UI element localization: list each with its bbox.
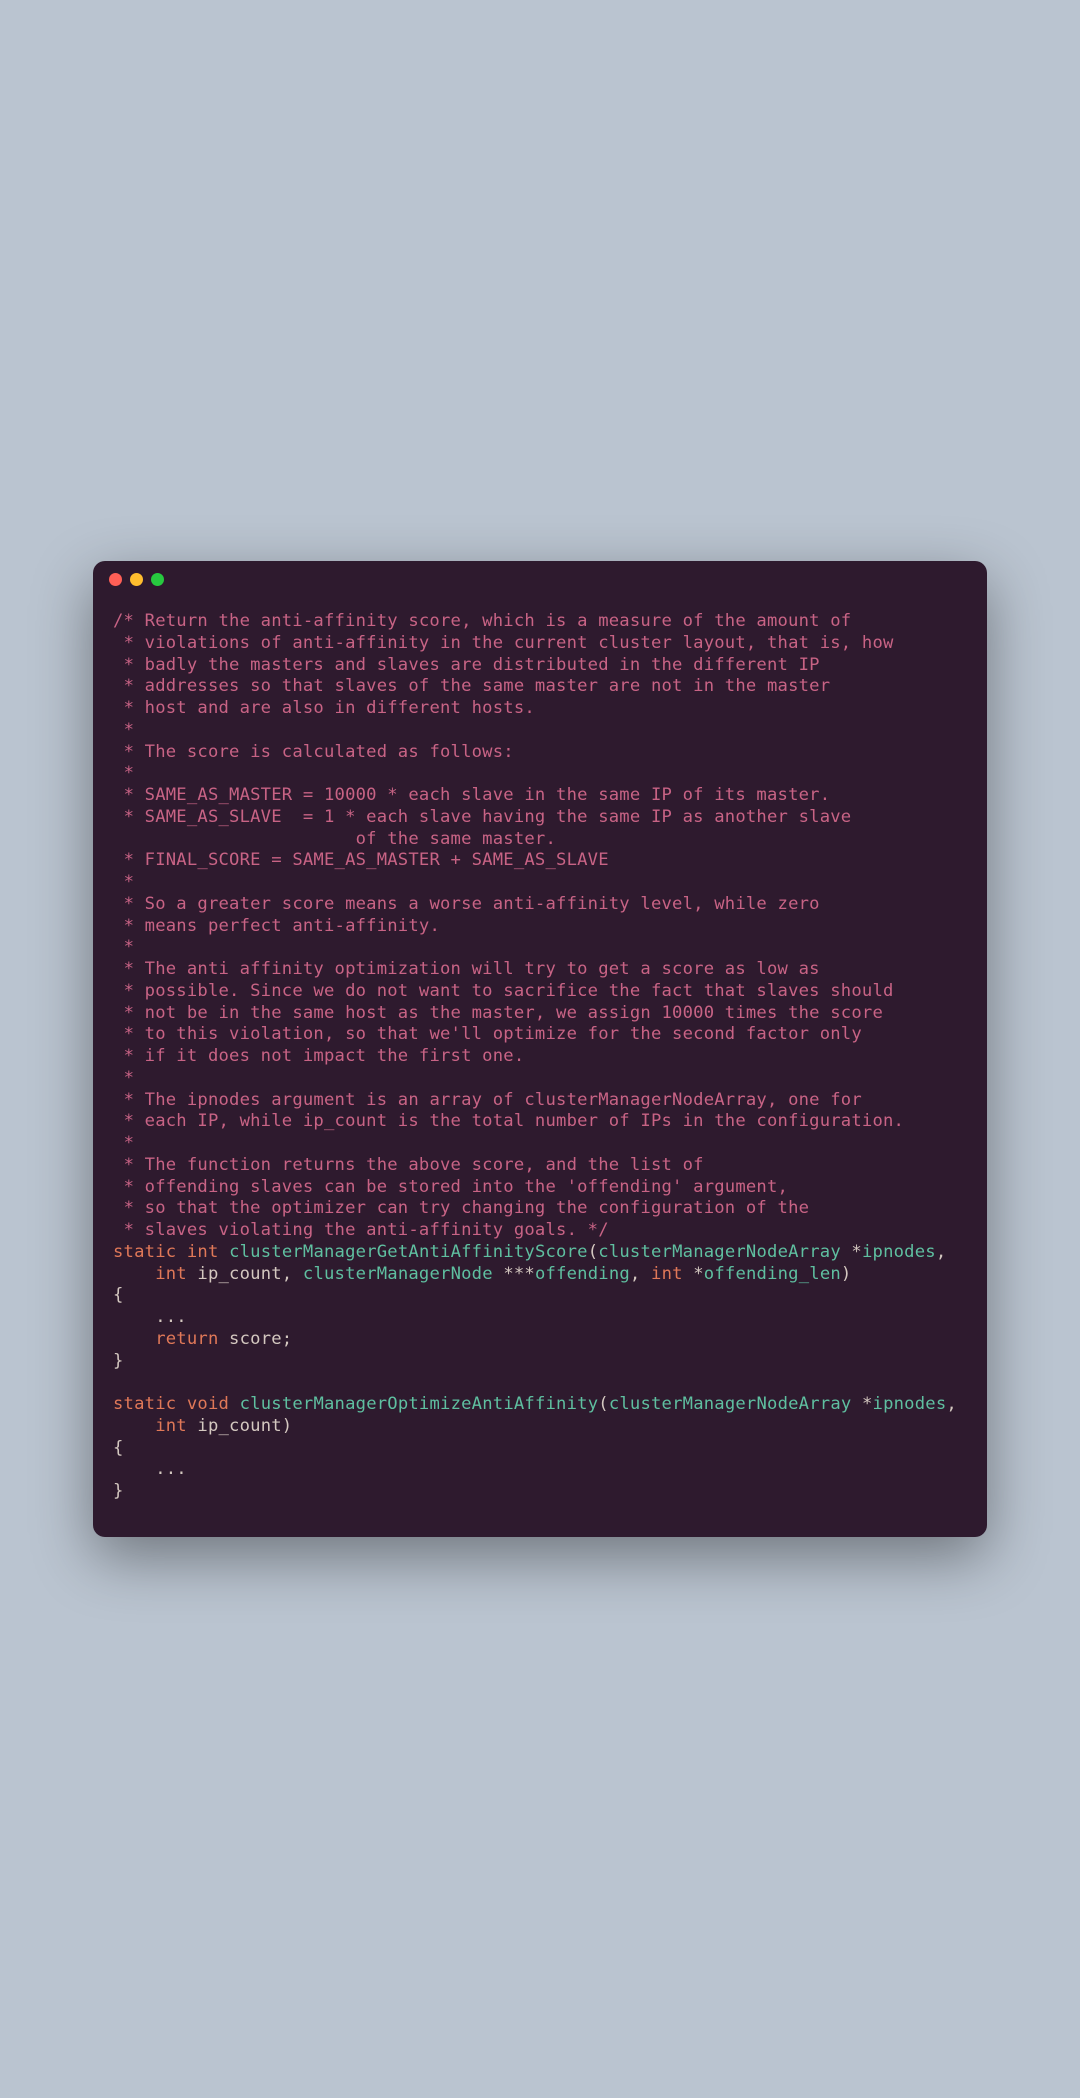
brace-close: }: [113, 1481, 124, 1501]
keyword-static: static: [113, 1242, 176, 1262]
keyword-static: static: [113, 1394, 176, 1414]
window-titlebar: [93, 561, 987, 597]
param-name: ipnodes: [873, 1394, 947, 1414]
type-void: void: [187, 1394, 229, 1414]
return-value: score: [219, 1329, 282, 1349]
param-name: ip_count: [187, 1264, 282, 1284]
terminal-window: /* Return the anti-affinity score, which…: [93, 561, 987, 1537]
type-name: clusterManagerNode: [303, 1264, 493, 1284]
paren-open: (: [588, 1242, 599, 1262]
code-comment-block: /* Return the anti-affinity score, which…: [113, 611, 904, 1240]
indent: [113, 1329, 155, 1349]
comma: ,: [282, 1264, 303, 1284]
pointer-star: *: [683, 1264, 704, 1284]
type-name: clusterManagerNodeArray: [598, 1242, 841, 1262]
pointer-star: ***: [493, 1264, 535, 1284]
maximize-button[interactable]: [151, 573, 164, 586]
type-int: int: [187, 1242, 219, 1262]
brace-open: {: [113, 1285, 124, 1305]
close-button[interactable]: [109, 573, 122, 586]
ellipsis: ...: [113, 1459, 187, 1479]
type-int: int: [155, 1416, 187, 1436]
param-name: ipnodes: [862, 1242, 936, 1262]
ellipsis: ...: [113, 1307, 187, 1327]
semicolon: ;: [282, 1329, 293, 1349]
type-int: int: [155, 1264, 187, 1284]
paren-close: ): [282, 1416, 293, 1436]
indent: [113, 1264, 155, 1284]
keyword-return: return: [155, 1329, 218, 1349]
comma: ,: [936, 1242, 947, 1262]
function-name: clusterManagerGetAntiAffinityScore: [229, 1242, 588, 1262]
code-block: /* Return the anti-affinity score, which…: [93, 597, 987, 1537]
paren-close: ): [841, 1264, 852, 1284]
paren-open: (: [598, 1394, 609, 1414]
type-int: int: [651, 1264, 683, 1284]
function-name: clusterManagerOptimizeAntiAffinity: [240, 1394, 599, 1414]
param-name: offending_len: [704, 1264, 841, 1284]
minimize-button[interactable]: [130, 573, 143, 586]
brace-close: }: [113, 1351, 124, 1371]
type-name: clusterManagerNodeArray: [609, 1394, 852, 1414]
indent: [113, 1416, 155, 1436]
brace-open: {: [113, 1438, 124, 1458]
comma: ,: [946, 1394, 957, 1414]
pointer-star: *: [841, 1242, 862, 1262]
comma: ,: [630, 1264, 651, 1284]
param-name: offending: [535, 1264, 630, 1284]
pointer-star: *: [851, 1394, 872, 1414]
param-name: ip_count: [187, 1416, 282, 1436]
